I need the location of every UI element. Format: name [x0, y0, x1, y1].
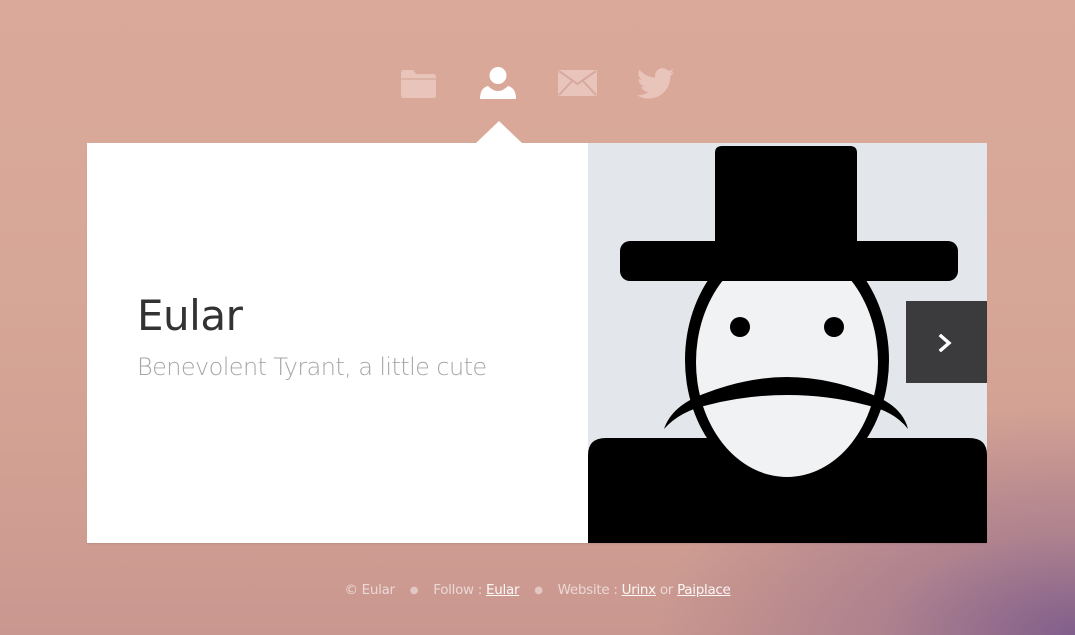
profile-text: Eular Benevolent Tyrant, a little cute [137, 291, 577, 383]
footer-follow-label: Follow : [433, 582, 483, 598]
footer: © Eular ● Follow : Eular ● Website : Uri… [0, 582, 1075, 598]
footer-website-label: Website : [557, 582, 618, 598]
folder-icon [401, 70, 436, 98]
profile-name: Eular [137, 291, 243, 340]
footer-website-link-paiplace[interactable]: Paiplace [677, 582, 731, 598]
footer-follow-link[interactable]: Eular [486, 582, 519, 598]
footer-copyright: © Eular [344, 582, 395, 598]
footer-separator: ● [534, 585, 543, 596]
profile-card: Eular Benevolent Tyrant, a little cute [87, 121, 987, 543]
nav-user[interactable] [478, 66, 518, 106]
footer-separator: ● [409, 585, 419, 596]
user-icon [480, 67, 516, 99]
chevron-right-icon [938, 334, 952, 352]
card-pointer [476, 121, 522, 143]
next-button[interactable] [906, 301, 987, 383]
footer-or-text: or [659, 582, 674, 598]
nav-folder[interactable] [400, 69, 437, 109]
footer-website-link-urinx[interactable]: Urinx [622, 582, 657, 598]
top-nav [0, 64, 1075, 104]
twitter-icon [637, 68, 675, 99]
nav-twitter[interactable] [637, 68, 675, 108]
mail-icon [558, 70, 597, 96]
profile-tagline: Benevolent Tyrant, a little cute [137, 353, 487, 381]
nav-mail[interactable] [557, 69, 598, 109]
